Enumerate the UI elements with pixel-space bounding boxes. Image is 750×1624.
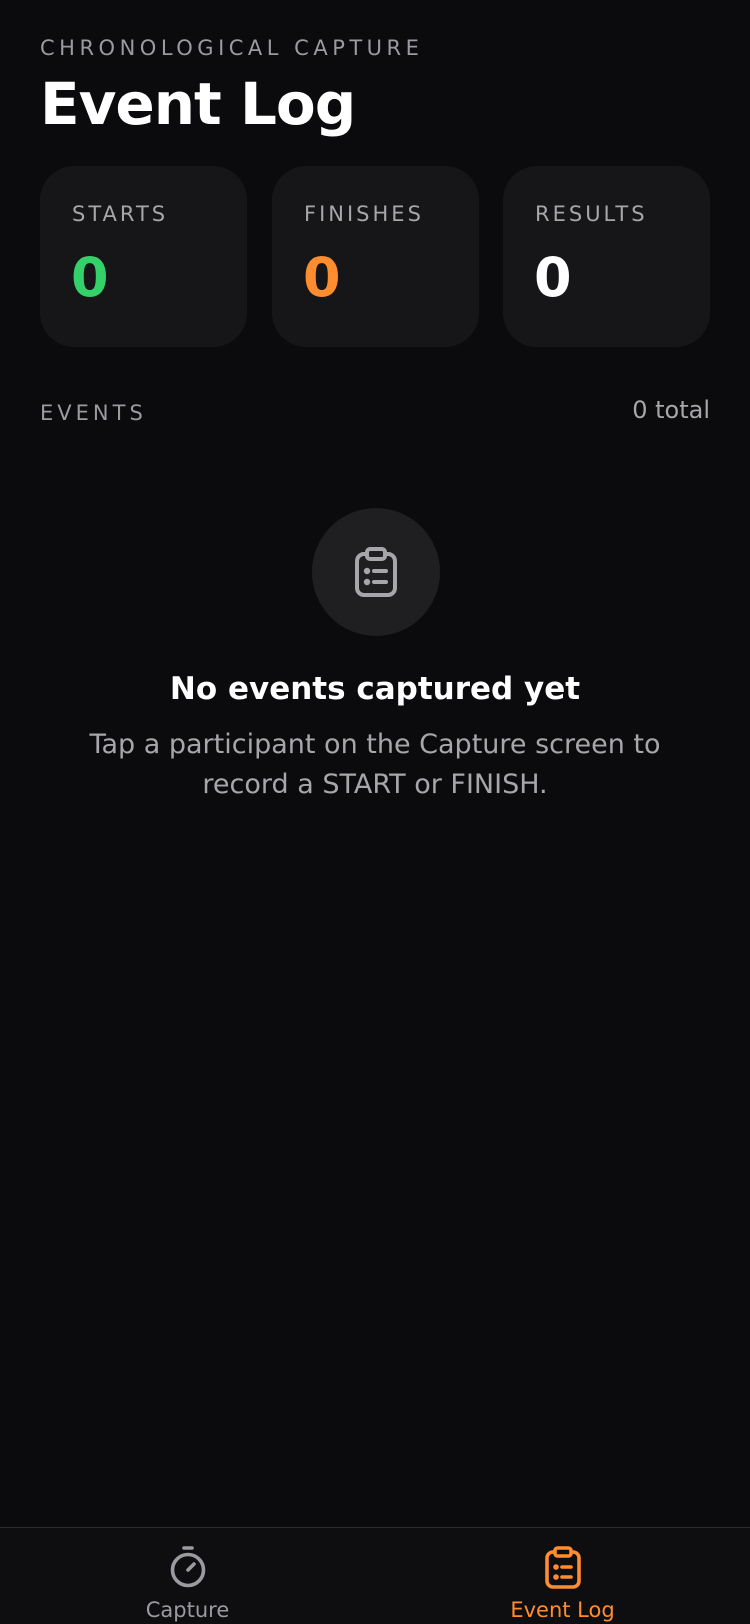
empty-state-icon-circle (312, 508, 440, 636)
empty-state-description: Tap a participant on the Capture screen … (89, 729, 661, 800)
events-section-label: EVENTS (40, 401, 147, 425)
empty-state-title: No events captured yet (169, 671, 581, 707)
page-title: Event Log (40, 70, 356, 138)
results-stat-card: RESULTS 0 (503, 166, 710, 347)
tab-capture-label: Capture (145, 1598, 230, 1622)
event-log-screen: CHRONOLOGICAL CAPTURE Event Log STARTS 0… (0, 0, 750, 1624)
starts-stat-card: STARTS 0 (40, 166, 247, 347)
starts-stat-value: 0 (71, 246, 109, 309)
clipboard-list-icon (544, 1546, 581, 1589)
finishes-stat-value: 0 (303, 246, 341, 309)
tab-capture[interactable]: Capture (0, 1528, 375, 1624)
results-stat-label: RESULTS (535, 202, 648, 226)
starts-stat-label: STARTS (72, 202, 169, 226)
bottom-tab-bar: Capture Event Log (0, 1527, 750, 1624)
stopwatch-icon (170, 1546, 205, 1588)
finishes-stat-label: FINISHES (304, 202, 424, 226)
tab-event-log-label: Event Log (510, 1598, 615, 1622)
events-count: 0 total (632, 396, 710, 424)
results-stat-value: 0 (534, 246, 572, 309)
page-eyebrow: CHRONOLOGICAL CAPTURE (40, 36, 424, 60)
tab-event-log[interactable]: Event Log (375, 1528, 750, 1624)
clipboard-list-icon (355, 547, 397, 597)
finishes-stat-card: FINISHES 0 (272, 166, 479, 347)
